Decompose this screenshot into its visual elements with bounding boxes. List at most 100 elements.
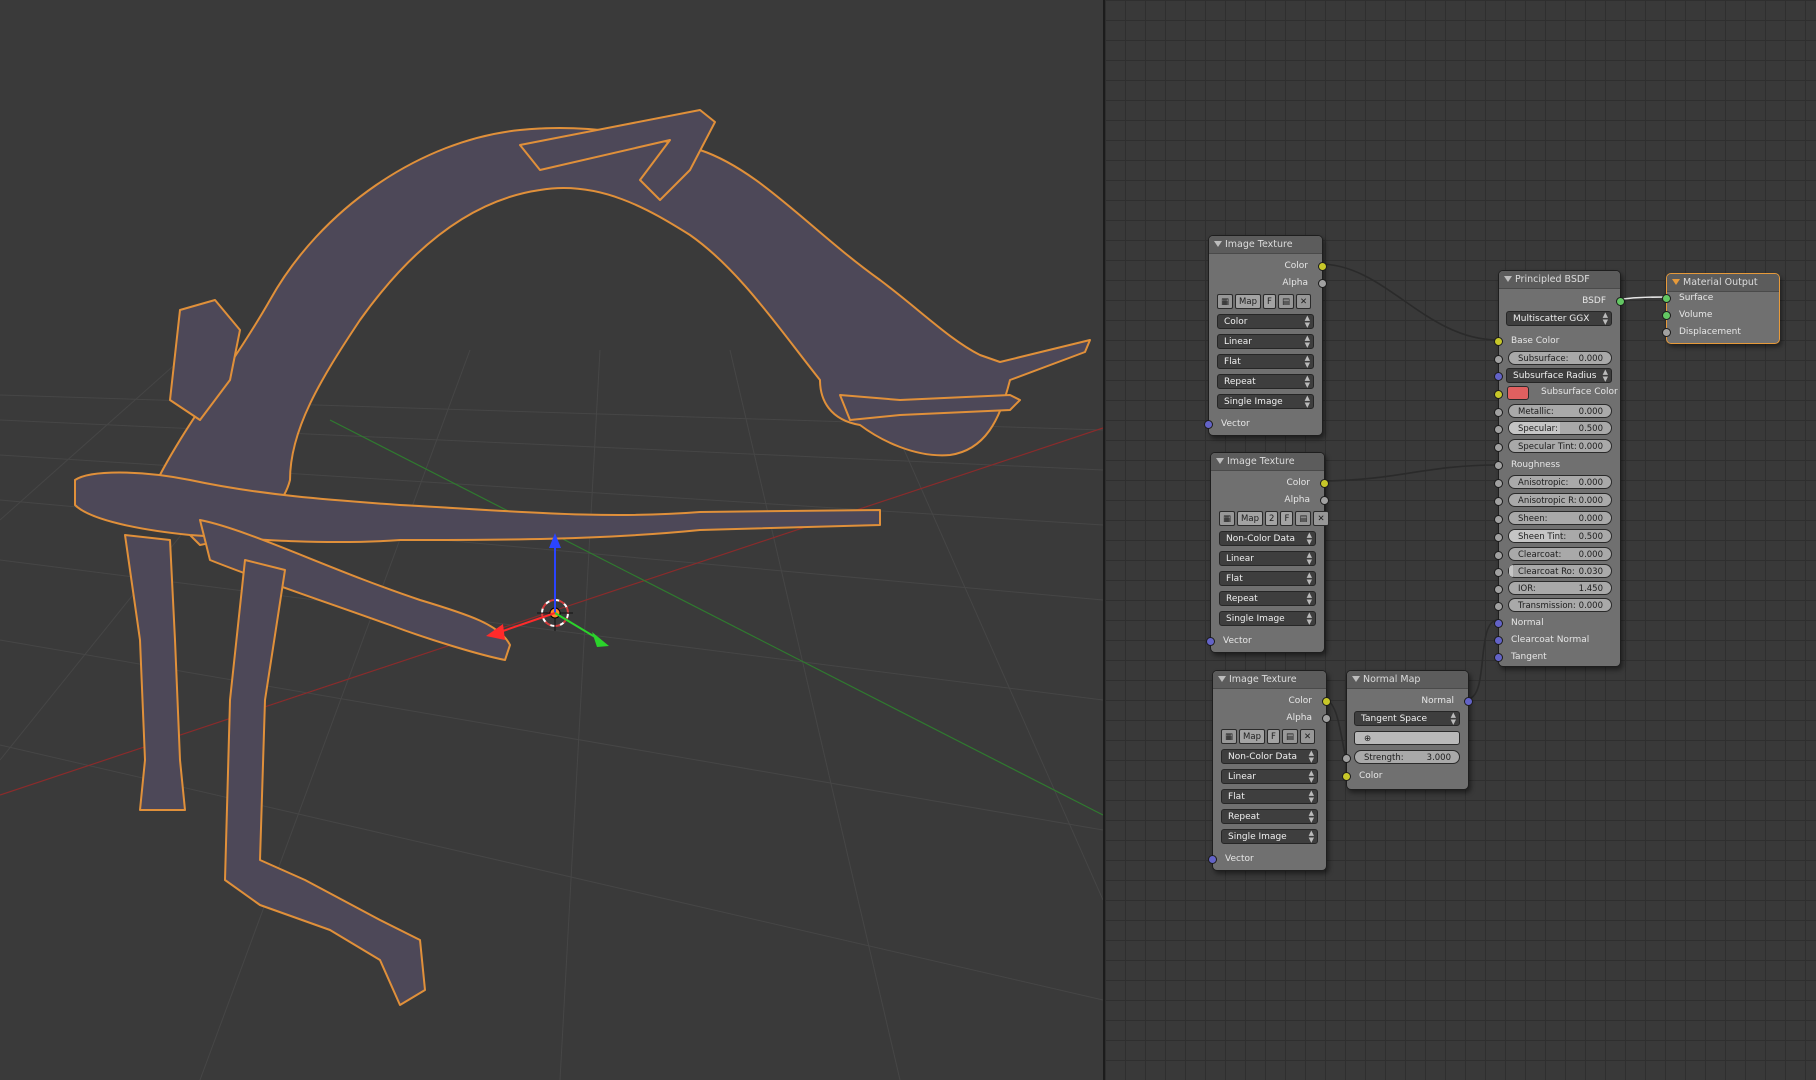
input-subsurface-radius-socket[interactable] — [1494, 372, 1503, 381]
collapse-toggle-icon[interactable] — [1672, 279, 1680, 285]
node-header[interactable]: Principled BSDF — [1499, 271, 1620, 289]
strength-field[interactable]: Strength: 3.000 — [1354, 750, 1460, 764]
specular-field[interactable]: Specular: 0.500 — [1508, 421, 1612, 435]
output-alpha-socket[interactable] — [1318, 279, 1327, 288]
interpolation-dropdown[interactable]: Linear ▲ ▼ — [1221, 769, 1318, 784]
normal-map-node[interactable]: Normal Map Normal Tangent Space ▲ ▼ ⊕ Stre… — [1342, 670, 1473, 790]
metallic-field[interactable]: Metallic: 0.000 — [1508, 404, 1612, 418]
output-alpha-socket[interactable] — [1322, 714, 1331, 723]
input-subsurface-color-socket[interactable] — [1494, 390, 1503, 399]
image-texture-node-1[interactable]: Image Texture Color Alpha ▦ Map F ▤ ✕ Co… — [1204, 235, 1327, 436]
subsurface-color-swatch[interactable] — [1507, 386, 1529, 400]
unlink-image-icon[interactable]: ✕ — [1300, 729, 1316, 744]
collapse-toggle-icon[interactable] — [1352, 676, 1360, 682]
collapse-toggle-icon[interactable] — [1216, 458, 1224, 464]
image-texture-node-2[interactable]: Image Texture Color Alpha ▦ Map 2 F ▤ ✕ … — [1206, 452, 1329, 653]
node-header[interactable]: Image Texture — [1211, 453, 1324, 471]
map-button[interactable]: Map — [1235, 294, 1261, 309]
input-sheen-tint-socket[interactable] — [1494, 533, 1503, 542]
extension-dropdown[interactable]: Repeat ▲ ▼ — [1217, 374, 1314, 389]
input-anisotropic-rotation-socket[interactable] — [1494, 497, 1503, 506]
input-roughness-socket[interactable] — [1494, 461, 1503, 470]
anisotropic-field[interactable]: Anisotropic: 0.000 — [1508, 475, 1612, 489]
input-clearcoat-roughness-socket[interactable] — [1494, 568, 1503, 577]
output-color-socket[interactable] — [1318, 262, 1327, 271]
output-alpha-socket[interactable] — [1320, 496, 1329, 505]
input-base-color-socket[interactable] — [1494, 337, 1503, 346]
input-volume-socket[interactable] — [1662, 311, 1671, 320]
interpolation-dropdown[interactable]: Linear ▲ ▼ — [1219, 551, 1316, 566]
distribution-dropdown[interactable]: Multiscatter GGX ▲ ▼ — [1506, 311, 1612, 326]
collapse-toggle-icon[interactable] — [1504, 276, 1512, 282]
output-color-socket[interactable] — [1320, 479, 1329, 488]
subsurface-radius-dropdown[interactable]: Subsurface Radius ▲ ▼ — [1506, 368, 1612, 383]
collapse-toggle-icon[interactable] — [1218, 676, 1226, 682]
open-image-icon[interactable]: ▤ — [1295, 511, 1312, 526]
sheen-tint-field[interactable]: Sheen Tint: 0.500 — [1508, 529, 1612, 543]
normal-space-dropdown[interactable]: Tangent Space ▲ ▼ — [1354, 711, 1460, 726]
subsurface-field[interactable]: Subsurface: 0.000 — [1508, 351, 1612, 365]
source-dropdown[interactable]: Single Image ▲ ▼ — [1219, 611, 1316, 626]
input-anisotropic-socket[interactable] — [1494, 479, 1503, 488]
collapse-toggle-icon[interactable] — [1214, 241, 1222, 247]
input-vector-socket[interactable] — [1206, 637, 1215, 646]
specular-tint-field[interactable]: Specular Tint: 0.000 — [1508, 439, 1612, 453]
input-subsurface-socket[interactable] — [1494, 355, 1503, 364]
input-surface-socket[interactable] — [1662, 294, 1671, 303]
image-texture-node-3[interactable]: Image Texture Color Alpha ▦ Map F ▤ ✕ No… — [1208, 670, 1331, 871]
fake-user-button[interactable]: F — [1262, 294, 1276, 309]
3d-viewport[interactable] — [0, 0, 1103, 1080]
input-strength-socket[interactable] — [1342, 754, 1351, 763]
color-space-dropdown[interactable]: Non-Color Data ▲ ▼ — [1221, 749, 1318, 764]
anisotropic-rotation-field[interactable]: Anisotropic R: 0.000 — [1508, 493, 1612, 507]
projection-dropdown[interactable]: Flat ▲ ▼ — [1217, 354, 1314, 369]
input-vector-socket[interactable] — [1208, 855, 1217, 864]
input-color-socket[interactable] — [1342, 772, 1351, 781]
input-clearcoat-socket[interactable] — [1494, 551, 1503, 560]
input-clearcoat-normal-socket[interactable] — [1494, 636, 1503, 645]
image-browse-icon[interactable]: ▦ — [1217, 294, 1234, 309]
extension-dropdown[interactable]: Repeat ▲ ▼ — [1221, 809, 1318, 824]
input-vector-socket[interactable] — [1204, 420, 1213, 429]
sheen-field[interactable]: Sheen: 0.000 — [1508, 511, 1612, 525]
input-normal-socket[interactable] — [1494, 619, 1503, 628]
unlink-image-icon[interactable]: ✕ — [1296, 294, 1312, 309]
projection-dropdown[interactable]: Flat ▲ ▼ — [1219, 571, 1316, 586]
input-displacement-socket[interactable] — [1662, 328, 1671, 337]
open-image-icon[interactable]: ▤ — [1277, 294, 1295, 309]
source-dropdown[interactable]: Single Image ▲ ▼ — [1217, 394, 1314, 409]
clearcoat-roughness-field[interactable]: Clearcoat Ro: 0.030 — [1508, 564, 1612, 578]
input-ior-socket[interactable] — [1494, 585, 1503, 594]
node-header[interactable]: Image Texture — [1213, 671, 1326, 689]
projection-dropdown[interactable]: Flat ▲ ▼ — [1221, 789, 1318, 804]
transmission-field[interactable]: Transmission: 0.000 — [1508, 598, 1612, 612]
open-image-icon[interactable]: ▤ — [1281, 729, 1299, 744]
input-tangent-socket[interactable] — [1494, 653, 1503, 662]
user-count-button[interactable]: 2 — [1264, 511, 1279, 526]
map-button[interactable]: Map — [1237, 511, 1263, 526]
branch-mesh[interactable] — [74, 109, 1091, 1006]
output-bsdf-socket[interactable] — [1616, 297, 1625, 306]
color-space-dropdown[interactable]: Color ▲ ▼ — [1217, 314, 1314, 329]
unlink-image-icon[interactable]: ✕ — [1313, 511, 1329, 526]
source-dropdown[interactable]: Single Image ▲ ▼ — [1221, 829, 1318, 844]
uv-map-field[interactable]: ⊕ — [1354, 731, 1460, 745]
input-transmission-socket[interactable] — [1494, 602, 1503, 611]
principled-bsdf-node[interactable]: Principled BSDF BSDF Multiscatter GGX ▲ ▼ … — [1494, 270, 1625, 667]
image-browse-icon[interactable]: ▦ — [1219, 511, 1236, 526]
ior-field[interactable]: IOR: 1.450 — [1508, 581, 1612, 595]
input-sheen-socket[interactable] — [1494, 515, 1503, 524]
output-normal-socket[interactable] — [1464, 697, 1473, 706]
node-header[interactable]: Normal Map — [1347, 671, 1468, 689]
clearcoat-field[interactable]: Clearcoat: 0.000 — [1508, 547, 1612, 561]
fake-user-button[interactable]: F — [1280, 511, 1294, 526]
output-color-socket[interactable] — [1322, 697, 1331, 706]
extension-dropdown[interactable]: Repeat ▲ ▼ — [1219, 591, 1316, 606]
fake-user-button[interactable]: F — [1266, 729, 1280, 744]
image-browse-icon[interactable]: ▦ — [1221, 729, 1238, 744]
interpolation-dropdown[interactable]: Linear ▲ ▼ — [1217, 334, 1314, 349]
map-button[interactable]: Map — [1239, 729, 1265, 744]
material-output-node[interactable]: Material Output Surface Volume Displacem… — [1662, 273, 1780, 344]
input-specular-socket[interactable] — [1494, 425, 1503, 434]
input-specular-tint-socket[interactable] — [1494, 443, 1503, 452]
